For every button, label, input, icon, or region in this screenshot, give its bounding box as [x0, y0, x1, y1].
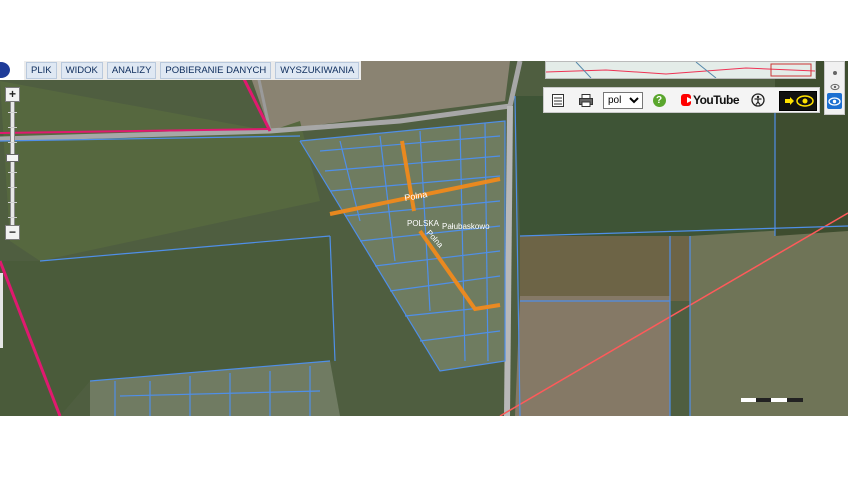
menu-widok[interactable]: WIDOK — [60, 62, 103, 79]
zoom-in-button[interactable]: + — [5, 87, 20, 102]
menu-pobieranie-danych[interactable]: POBIERANIE DANYCH — [160, 62, 272, 79]
youtube-logo-icon — [681, 94, 693, 106]
legend-icon[interactable] — [549, 91, 567, 109]
youtube-link[interactable]: YouTube — [681, 91, 740, 109]
zoom-slider-track[interactable] — [5, 102, 19, 225]
overview-minimap[interactable] — [545, 61, 816, 79]
app-logo[interactable] — [0, 61, 24, 80]
zoom-out-button[interactable]: − — [5, 225, 20, 240]
map-toolbar: pol ? YouTube — [543, 87, 820, 113]
map-canvas[interactable]: Polna POLSKA Polna Pałubaskowo — [0, 61, 848, 416]
street-label-palubaskowo: Pałubaskowo — [442, 222, 490, 231]
zoom-slider-handle[interactable] — [5, 154, 19, 162]
menu-plik[interactable]: PLIK — [26, 62, 57, 79]
accessibility-icon[interactable] — [750, 91, 766, 109]
main-menubar: PLIK WIDOK ANALIZY POBIERANIE DANYCH WYS… — [0, 61, 362, 80]
right-tool-bar — [824, 61, 845, 115]
youtube-label: YouTube — [692, 93, 740, 107]
high-contrast-icon[interactable] — [779, 91, 817, 111]
street-label-polska: POLSKA — [407, 219, 440, 228]
language-select[interactable]: pol — [603, 91, 643, 109]
visibility-eye-icon[interactable] — [827, 93, 842, 109]
menu-wyszukiwania[interactable]: WYSZUKIWANIA — [275, 62, 360, 79]
zoom-control: + − — [5, 87, 20, 240]
print-icon[interactable] — [577, 91, 595, 109]
scale-bar — [741, 389, 803, 402]
map-viewer[interactable]: Polna POLSKA Polna Pałubaskowo PLIK WIDO… — [0, 61, 848, 416]
menu-analizy[interactable]: ANALIZY — [106, 62, 157, 79]
help-icon[interactable]: ? — [652, 93, 666, 107]
left-side-panel-edge[interactable] — [0, 273, 3, 348]
